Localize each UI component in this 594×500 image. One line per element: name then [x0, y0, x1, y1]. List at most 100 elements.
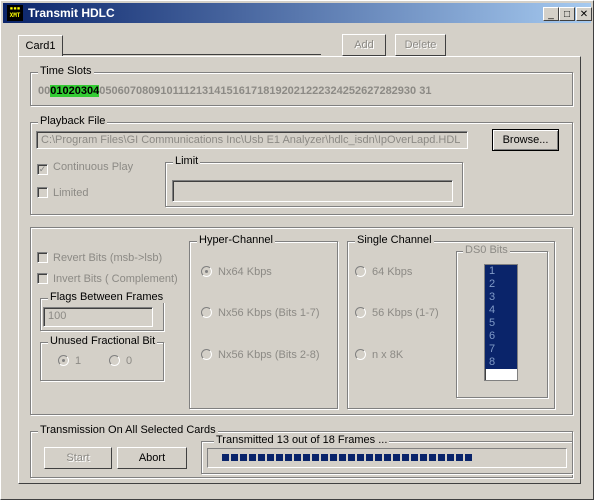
progress-block — [402, 454, 409, 461]
ds0-bit-8[interactable]: 8 — [485, 356, 517, 369]
time-slot-selector[interactable]: 0001020304050607080910111213141516171819… — [38, 85, 431, 97]
maximize-button[interactable]: □ — [559, 7, 575, 21]
progress-block — [384, 454, 391, 461]
single-64k-label: 64 Kbps — [372, 266, 413, 278]
ds0-bit-4[interactable]: 4 — [485, 304, 517, 317]
progress-block — [312, 454, 319, 461]
ds0-bit-3[interactable]: 3 — [485, 291, 517, 304]
ds0-bits-list[interactable]: 1 2 3 4 5 6 7 8 — [484, 264, 518, 381]
hyper-channel-label: Hyper-Channel — [197, 234, 275, 246]
radio-off-icon — [109, 355, 120, 366]
progress-block — [447, 454, 454, 461]
single-channel-label: Single Channel — [355, 234, 434, 246]
radio-off-icon — [355, 349, 366, 360]
invert-bits-label: Invert Bits ( Complement) — [53, 273, 178, 285]
radio-off-icon — [201, 307, 212, 318]
progress-block — [429, 454, 436, 461]
limit-field[interactable] — [172, 180, 453, 202]
single-56k-radio[interactable]: 56 Kbps (1-7) — [355, 307, 439, 319]
flags-label: Flags Between Frames — [48, 291, 166, 303]
unused-bit-zero-radio[interactable]: 0 — [109, 355, 132, 367]
ds0-bits-label: DS0 Bits — [463, 244, 510, 256]
time-slot-02[interactable]: 02 — [62, 85, 75, 97]
hyper-nx64-radio[interactable]: Nx64 Kbps — [201, 266, 272, 278]
unused-one-label: 1 — [75, 355, 82, 367]
flags-between-frames-field[interactable]: 100 — [43, 307, 153, 327]
progress-block — [294, 454, 301, 461]
add-button[interactable]: Add — [342, 34, 386, 56]
progress-status: Transmitted 13 out of 18 Frames ... — [214, 434, 390, 446]
abort-button[interactable]: Abort — [117, 447, 187, 469]
unused-zero-label: 0 — [126, 355, 133, 367]
limited-check-icon — [37, 187, 48, 198]
progress-block — [339, 454, 346, 461]
playback-file-label: Playback File — [38, 115, 108, 127]
delete-button[interactable]: Delete — [395, 34, 446, 56]
limited-checkbox[interactable]: Limited — [37, 187, 88, 199]
app-icon: ▪▪▪ XMT — [7, 5, 23, 21]
revert-bits-label: Revert Bits (msb->lsb) — [53, 252, 163, 264]
minimize-button[interactable]: _ — [543, 7, 559, 21]
transmission-label: Transmission On All Selected Cards — [38, 424, 218, 436]
ds0-bit-7[interactable]: 7 — [485, 343, 517, 356]
playback-path-field[interactable]: C:\Program Files\GI Communications Inc\U… — [36, 131, 468, 149]
start-button[interactable]: Start — [44, 447, 112, 469]
unused-bit-one-radio[interactable]: 1 — [58, 355, 81, 367]
progress-block — [465, 454, 472, 461]
progress-block — [366, 454, 373, 461]
progress-block — [285, 454, 292, 461]
radio-off-icon — [355, 266, 366, 277]
revert-bits-checkbox[interactable]: Revert Bits (msb->lsb) — [37, 252, 162, 264]
time-slot-04[interactable]: 04 — [87, 85, 100, 97]
time-slot-03[interactable]: 03 — [74, 85, 87, 97]
progress-block — [303, 454, 310, 461]
single-nx8k-radio[interactable]: n x 8K — [355, 349, 403, 361]
transmit-progress-bar — [207, 448, 567, 468]
progress-block — [249, 454, 256, 461]
progress-block — [420, 454, 427, 461]
ds0-bit-1[interactable]: 1 — [485, 265, 517, 278]
single-nx8k-label: n x 8K — [372, 349, 404, 361]
time-slot-00[interactable]: 00 — [38, 85, 50, 97]
invert-check-icon — [37, 273, 48, 284]
continuous-play-checkbox[interactable]: ✓ Continuous Play — [37, 161, 133, 175]
progress-block — [222, 454, 229, 461]
progress-block — [330, 454, 337, 461]
ds0-bit-5[interactable]: 5 — [485, 317, 517, 330]
hyper-nx64-label: Nx64 Kbps — [218, 266, 272, 278]
window-title: Transmit HDLC — [28, 6, 115, 20]
progress-block — [267, 454, 274, 461]
progress-block — [411, 454, 418, 461]
browse-button[interactable]: Browse... — [492, 129, 559, 151]
progress-block — [456, 454, 463, 461]
radio-off-icon — [355, 307, 366, 318]
hyper-nx56-1-7-label: Nx56 Kbps (Bits 1-7) — [218, 307, 320, 319]
close-button[interactable]: ✕ — [576, 7, 592, 21]
unused-bit-label: Unused Fractional Bit — [48, 335, 158, 347]
time-slots-label: Time Slots — [38, 65, 94, 77]
time-slot-01[interactable]: 01 — [50, 85, 63, 97]
continuous-check-icon: ✓ — [37, 164, 48, 175]
progress-block — [231, 454, 238, 461]
hyper-nx56-2-8-label: Nx56 Kbps (Bits 2-8) — [218, 349, 320, 361]
limited-label: Limited — [53, 187, 89, 199]
radio-off-icon — [201, 349, 212, 360]
tab-card1[interactable]: Card1 — [18, 35, 63, 56]
radio-on-icon — [58, 355, 69, 366]
progress-block — [240, 454, 247, 461]
tab-strip-line — [63, 54, 321, 55]
single-64k-radio[interactable]: 64 Kbps — [355, 266, 412, 278]
continuous-play-label: Continuous Play — [53, 161, 134, 173]
progress-block — [348, 454, 355, 461]
progress-block — [438, 454, 445, 461]
hyper-nx56-1-7-radio[interactable]: Nx56 Kbps (Bits 1-7) — [201, 307, 319, 319]
progress-block — [258, 454, 265, 461]
ds0-bit-6[interactable]: 6 — [485, 330, 517, 343]
hyper-nx56-2-8-radio[interactable]: Nx56 Kbps (Bits 2-8) — [201, 349, 319, 361]
time-slots-remaining[interactable]: 0506070809101112131415161718192021222324… — [99, 85, 431, 97]
single-56k-label: 56 Kbps (1-7) — [372, 307, 439, 319]
ds0-bit-2[interactable]: 2 — [485, 278, 517, 291]
invert-bits-checkbox[interactable]: Invert Bits ( Complement) — [37, 273, 178, 285]
progress-block — [393, 454, 400, 461]
title-bar[interactable]: ▪▪▪ XMT Transmit HDLC _ □ ✕ — [3, 3, 592, 23]
